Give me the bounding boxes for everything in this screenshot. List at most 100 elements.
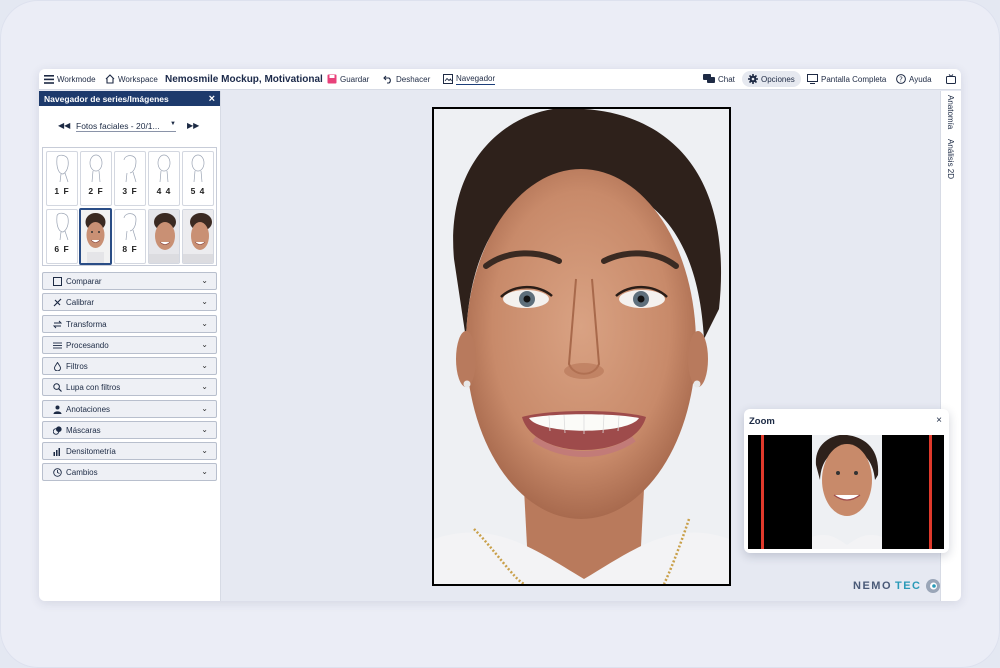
accordion-label: Calibrar bbox=[66, 297, 95, 307]
face-outline-icon bbox=[89, 154, 103, 183]
magnifier-icon bbox=[53, 382, 62, 392]
thumbnail-label: 2 F bbox=[88, 186, 104, 196]
accordion-label: Densitometría bbox=[66, 446, 116, 456]
accordion-mascaras[interactable]: Máscaras ⌄ bbox=[42, 421, 217, 439]
help-icon: ? bbox=[896, 74, 906, 84]
close-icon[interactable]: × bbox=[936, 415, 942, 426]
logo-mark-icon bbox=[925, 579, 940, 593]
thumbnail-label: 5 4 bbox=[190, 186, 206, 196]
thumbnail-6[interactable]: 6 F bbox=[46, 209, 78, 264]
chat-icon bbox=[703, 74, 715, 83]
fullscreen-button[interactable]: Pantalla Completa bbox=[807, 74, 886, 84]
accordion-anotaciones[interactable]: Anotaciones ⌄ bbox=[42, 400, 217, 418]
ruler-icon bbox=[53, 298, 62, 306]
tab-analisis-2d[interactable]: Análisis 2D bbox=[946, 139, 955, 179]
chat-button[interactable]: Chat bbox=[703, 74, 735, 84]
chevron-down-icon: ⌄ bbox=[201, 467, 208, 476]
thumbnail-10[interactable] bbox=[182, 209, 214, 264]
thumbnail-label: 4 4 bbox=[156, 186, 172, 196]
chevron-down-icon: ⌄ bbox=[201, 404, 208, 413]
workspace-label: Workspace bbox=[118, 74, 158, 84]
chevron-down-icon: ▼ bbox=[170, 121, 176, 127]
thumbnail-9[interactable] bbox=[148, 209, 180, 264]
thumbnail-7-selected[interactable] bbox=[79, 208, 112, 265]
zoom-preview[interactable] bbox=[748, 435, 944, 549]
undo-label: Deshacer bbox=[396, 74, 431, 84]
accordion-comparar[interactable]: Comparar ⌄ bbox=[42, 272, 217, 290]
close-icon[interactable]: × bbox=[209, 93, 215, 105]
thumbnail-3[interactable]: 3 F bbox=[114, 151, 146, 206]
panel-title: Navegador de series/Imágenes bbox=[44, 93, 169, 104]
thumbnail-label: 6 F bbox=[54, 244, 70, 254]
top-toolbar: Workmode Workspace Nemosmile Mockup, Mot… bbox=[39, 69, 961, 90]
chat-label: Chat bbox=[718, 74, 735, 84]
thumbnail-label: 1 F bbox=[54, 186, 70, 196]
thumbnail-4[interactable]: 4 4 bbox=[148, 151, 180, 206]
accordion-label: Máscaras bbox=[66, 425, 101, 435]
options-button[interactable]: Opciones bbox=[742, 71, 801, 87]
accordion-cambios[interactable]: Cambios ⌄ bbox=[42, 463, 217, 481]
logo-text-nemo: NEMO bbox=[853, 580, 892, 592]
zoom-title: Zoom bbox=[749, 416, 775, 427]
chevron-down-icon: ⌄ bbox=[201, 297, 208, 306]
face-outline-icon bbox=[56, 212, 69, 241]
history-icon bbox=[53, 467, 62, 477]
face-outline-icon bbox=[157, 154, 171, 183]
chevron-down-icon: ⌄ bbox=[201, 446, 208, 455]
thumbnail-label: 3 F bbox=[122, 186, 138, 196]
prev-series-icon[interactable]: ◀◀ bbox=[58, 121, 70, 130]
help-label: Ayuda bbox=[909, 74, 932, 84]
face-photo-thumbnail bbox=[149, 210, 179, 263]
nemotec-logo: NEMO TEC bbox=[853, 578, 941, 594]
accordion-filtros[interactable]: Filtros ⌄ bbox=[42, 357, 217, 375]
mask-icon bbox=[53, 425, 62, 435]
svg-text:?: ? bbox=[899, 76, 903, 84]
workmode-button[interactable]: Workmode bbox=[44, 74, 96, 84]
panel-header: Navegador de series/Imágenes × bbox=[39, 91, 220, 106]
patient-photo-frame[interactable] bbox=[432, 107, 731, 586]
series-navigator-panel: Navegador de series/Imágenes × ◀◀ Fotos … bbox=[39, 91, 221, 601]
thumbnail-5[interactable]: 5 4 bbox=[182, 151, 214, 206]
help-button[interactable]: ? Ayuda bbox=[896, 74, 932, 84]
accordion-procesando[interactable]: Procesando ⌄ bbox=[42, 336, 217, 354]
accordion-transforma[interactable]: Transforma ⌄ bbox=[42, 315, 217, 333]
chart-icon bbox=[53, 447, 60, 456]
accordion-calibrar[interactable]: Calibrar ⌄ bbox=[42, 293, 217, 311]
fullscreen-label: Pantalla Completa bbox=[821, 74, 887, 84]
thumbnail-2[interactable]: 2 F bbox=[80, 151, 112, 206]
undo-icon bbox=[383, 75, 391, 84]
patient-photo bbox=[434, 109, 729, 584]
thumbnail-1[interactable]: 1 F bbox=[46, 151, 78, 206]
tab-anatomia[interactable]: Anatomía bbox=[946, 95, 955, 129]
save-label: Guardar bbox=[340, 74, 370, 84]
accordion-lupa[interactable]: Lupa con filtros ⌄ bbox=[42, 378, 217, 396]
tv-icon bbox=[946, 74, 956, 84]
chevron-down-icon: ⌄ bbox=[201, 425, 208, 434]
accordion-densitometria[interactable]: Densitometría ⌄ bbox=[42, 442, 217, 460]
series-selector-row: ◀◀ Fotos faciales - 20/1... ▼ ▶▶ bbox=[39, 121, 221, 133]
chevron-down-icon: ⌄ bbox=[201, 361, 208, 370]
zoom-face-preview bbox=[748, 435, 944, 549]
undo-button[interactable]: Deshacer bbox=[383, 74, 430, 84]
workmode-label: Workmode bbox=[57, 74, 96, 84]
thumbnail-label: 8 F bbox=[122, 244, 138, 254]
tv-button[interactable] bbox=[946, 74, 956, 84]
accordion-label: Transforma bbox=[66, 319, 107, 329]
square-icon bbox=[53, 276, 62, 286]
chevron-down-icon: ⌄ bbox=[201, 340, 208, 349]
zoom-window: Zoom × bbox=[744, 409, 949, 553]
person-icon bbox=[53, 405, 62, 414]
navigator-button[interactable]: Navegador bbox=[443, 74, 496, 85]
accordion-label: Procesando bbox=[66, 340, 109, 350]
series-select[interactable]: Fotos faciales - 20/1... ▼ bbox=[76, 121, 176, 132]
accordion-label: Comparar bbox=[66, 276, 102, 286]
workspace-button[interactable]: Workspace bbox=[105, 74, 158, 84]
thumbnail-8[interactable]: 8 F bbox=[114, 209, 146, 264]
accordion-label: Cambios bbox=[66, 467, 98, 477]
monitor-icon bbox=[807, 74, 818, 84]
save-button[interactable]: Guardar bbox=[327, 74, 369, 84]
chevron-down-icon: ⌄ bbox=[201, 276, 208, 285]
face-outline-icon bbox=[191, 154, 205, 183]
next-series-icon[interactable]: ▶▶ bbox=[187, 121, 199, 130]
face-photo-thumbnail bbox=[81, 210, 110, 263]
